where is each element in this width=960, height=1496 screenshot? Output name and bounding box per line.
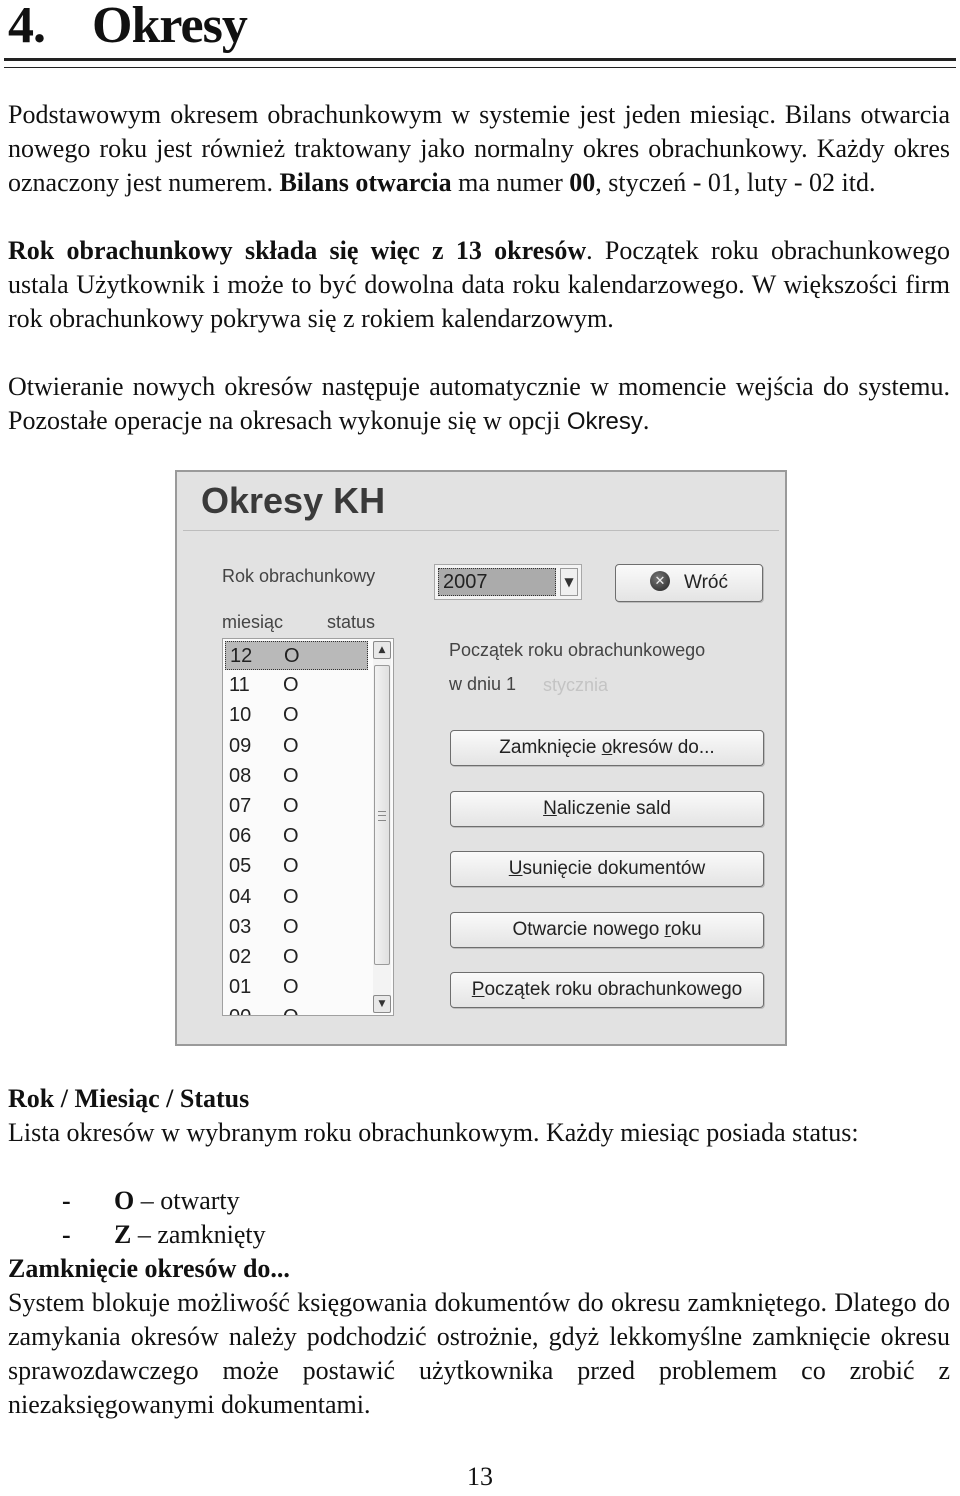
column-header-month: miesiąc — [222, 612, 284, 632]
period-month: 05 — [229, 855, 252, 878]
title-separator — [183, 530, 779, 531]
period-month: 08 — [229, 764, 252, 787]
compute-balances-button[interactable]: Naliczenie sald — [450, 790, 764, 827]
period-row[interactable]: 08 O — [225, 762, 368, 791]
period-month: 02 — [229, 946, 252, 968]
year-select-value: 2007 — [438, 568, 556, 596]
period-status: O — [283, 885, 299, 908]
period-row[interactable]: 04 O — [225, 883, 368, 912]
period-status: O — [283, 915, 299, 938]
period-row[interactable]: 01 O — [225, 973, 368, 1002]
period-month: 10 — [229, 704, 252, 727]
start-label-line2: w dniu 1 — [449, 674, 517, 694]
mnemonic-key: N — [543, 797, 557, 819]
heading-double-rule — [4, 58, 956, 68]
period-row[interactable]: 07 O — [225, 792, 368, 821]
period-month: 01 — [229, 976, 252, 999]
mnemonic-key: P — [471, 979, 485, 1000]
scrollbar-thumb[interactable] — [374, 665, 390, 965]
period-month: 00 — [229, 1003, 251, 1015]
period-month: 11 — [229, 674, 250, 697]
bilans-otwarcia-term: Bilans otwarcia — [279, 168, 452, 197]
period-status: O — [283, 1003, 299, 1015]
section-heading: Rok / Miesiąc / Status — [8, 1084, 250, 1113]
mnemonic-key: U — [508, 858, 523, 879]
vertical-scrollbar[interactable]: ▲ ▼ — [373, 641, 391, 1013]
period-month: 03 — [229, 915, 252, 938]
delete-documents-button[interactable]: Usunięcie dokumentów — [450, 851, 764, 887]
year-label: Rok obrachunkowy — [222, 566, 376, 586]
start-month-value: stycznia — [543, 675, 609, 695]
period-row[interactable]: 12 O — [225, 641, 368, 670]
period-row[interactable]: 02 O — [225, 943, 368, 972]
period-row[interactable]: 09 O — [225, 732, 368, 761]
period-status: O — [283, 704, 299, 727]
year-select[interactable]: 2007 ▼ — [434, 564, 582, 600]
period-row[interactable]: 11 O — [225, 671, 368, 700]
period-status: O — [283, 946, 299, 968]
button-label-part: oku — [670, 918, 702, 940]
close-circle-icon: ✕ — [650, 570, 670, 591]
period-row[interactable]: 05 O — [225, 852, 368, 881]
scroll-down-icon[interactable]: ▼ — [373, 995, 391, 1013]
period-month: 06 — [229, 825, 252, 848]
okresy-option-name: Okresy — [566, 408, 643, 435]
periods-list[interactable]: 12O11O10O09O08O07O06O05O04O03O02O01O00O … — [222, 638, 394, 1016]
start-label-line1: Początek roku obrachunkowego — [449, 640, 706, 660]
period-month: 04 — [229, 885, 252, 908]
open-new-year-button[interactable]: Otwarcie nowego roku — [450, 911, 764, 948]
period-month: 07 — [229, 795, 252, 817]
status-item: -Z – zamknięty — [62, 1220, 266, 1249]
period-row[interactable]: 06 O — [225, 822, 368, 851]
grip-icon — [378, 811, 386, 821]
button-label-part: kresów do... — [612, 737, 715, 758]
period-row[interactable]: 03 O — [225, 913, 368, 942]
chapter-title: Okresy — [92, 0, 248, 54]
period-status: O — [283, 674, 299, 697]
period-status: O — [283, 764, 299, 787]
section-text: System blokuje możliwość księgowania dok… — [8, 1288, 950, 1419]
section-text: Lista okresów w wybranym roku obrachunko… — [8, 1118, 859, 1147]
chapter-number: 4. — [8, 0, 46, 54]
chapter-heading: 4. Okresy — [8, 0, 248, 58]
mnemonic-key: o — [601, 737, 613, 758]
back-button[interactable]: ✕ Wróć — [615, 564, 763, 602]
section-heading: Zamknięcie okresów do... — [8, 1254, 290, 1283]
period-status: O — [283, 976, 299, 999]
intro-paragraph-2: Rok obrachunkowy składa się więc z 13 ok… — [8, 236, 950, 333]
back-button-label: Wróć — [684, 572, 728, 593]
status-item: -O – otwarty — [62, 1186, 240, 1215]
period-row[interactable]: 00 O — [225, 1003, 368, 1015]
section-rok-miesiac-status: Rok / Miesiąc / Status Lista okresów w w… — [8, 1082, 950, 1150]
button-label-part: Otwarcie nowego — [512, 918, 665, 940]
period-month: 09 — [229, 734, 252, 757]
column-header-status: status — [327, 612, 376, 632]
button-label-part: sunięcie dokumentów — [522, 858, 706, 879]
okresy-kh-dialog: Okresy KH Rok obrachunkowy 2007 ▼ ✕ Wróć … — [175, 470, 787, 1046]
period-status: O — [283, 855, 299, 878]
button-label-part: aliczenie sald — [556, 797, 671, 819]
period-status: O — [283, 734, 299, 757]
period-month: 12 — [230, 645, 253, 667]
intro-paragraph-1: Podstawowym okresem obrachunkowym w syst… — [8, 100, 950, 197]
intro-paragraph-3: Otwieranie nowych okresów następuje auto… — [8, 372, 950, 435]
button-label-part: oczątek roku obrachunkowego — [484, 979, 743, 1000]
period-row[interactable]: 10 O — [225, 701, 368, 730]
period-status: O — [283, 825, 299, 848]
fiscal-year-statement: Rok obrachunkowy składa się więc z 13 ok… — [8, 236, 587, 265]
fiscal-year-start-button[interactable]: Początek roku obrachunkowego — [450, 972, 764, 1008]
button-label-part: Zamknięcie — [499, 737, 602, 758]
period-status: O — [284, 645, 300, 667]
dialog-title: Okresy KH — [201, 480, 386, 521]
close-periods-button[interactable]: Zamknięcie okresów do... — [450, 730, 764, 766]
scroll-up-icon[interactable]: ▲ — [373, 641, 391, 659]
section-zamkniecie-okresow: Zamknięcie okresów do... System blokuje … — [8, 1252, 950, 1422]
page-number: 13 — [467, 1462, 493, 1491]
period-status: O — [283, 795, 299, 817]
chevron-down-icon[interactable]: ▼ — [560, 568, 578, 596]
